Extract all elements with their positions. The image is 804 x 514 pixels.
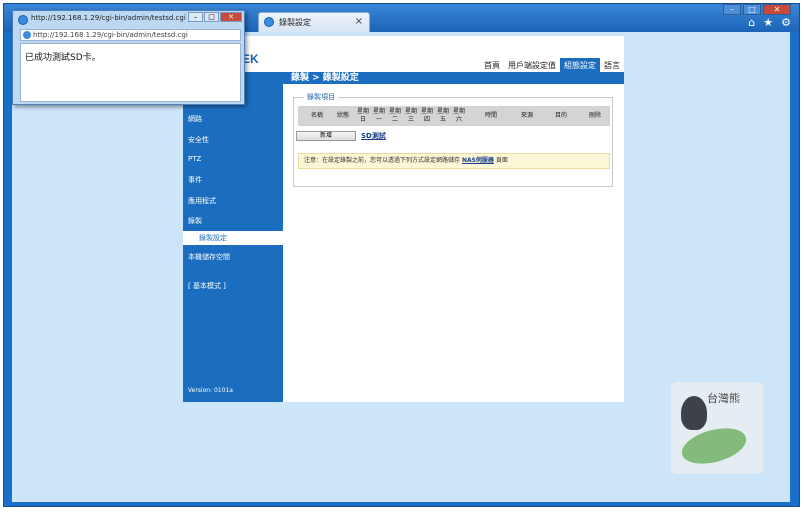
sidebar: 系統 網路 安全性 PTZ 事件 應用程式 錄製 錄製設定 本機儲存空間 [ 基… — [183, 84, 283, 402]
breadcrumb: 錄製 > 錄製設定 — [291, 73, 359, 83]
watermark-logo: 台灣熊 — [671, 382, 763, 474]
nas-note: 注意：在設定錄製之前，您可以透過下列方式設定網路儲存 NAS伺服器 頁面 — [298, 153, 610, 169]
popup-minimize-button[interactable]: – — [188, 12, 203, 22]
sd-test-link[interactable]: SD測試 — [361, 131, 386, 141]
title-bar — [183, 72, 624, 84]
col-status: 狀態 — [336, 112, 349, 119]
col-thu: 星期四 — [420, 108, 433, 123]
sidebar-item-local-storage[interactable]: 本機儲存空間 — [188, 252, 230, 262]
sidebar-item-recording[interactable]: 錄製 — [188, 216, 202, 226]
bear-icon — [681, 396, 707, 430]
sidebar-item-applications[interactable]: 應用程式 — [188, 196, 216, 206]
top-nav: 首頁 用戶端設定值 組態設定 語言 — [480, 58, 624, 73]
note-prefix: 注意：在設定錄製之前，您可以透過下列方式設定網路儲存 — [304, 157, 461, 164]
watermark-text: 台灣熊 — [707, 392, 740, 405]
home-icon[interactable]: ⌂ — [748, 16, 755, 29]
nav-configuration[interactable]: 組態設定 — [560, 58, 600, 73]
popup-title: http://192.168.1.29/cgi-bin/admin/testsd… — [31, 14, 202, 22]
popup-address-text: http://192.168.1.29/cgi-bin/admin/testsd… — [33, 31, 188, 39]
popup-address-bar[interactable]: http://192.168.1.29/cgi-bin/admin/testsd… — [20, 29, 241, 41]
note-suffix: 頁面 — [495, 157, 508, 164]
minimize-button[interactable]: – — [723, 4, 741, 15]
basic-mode-link[interactable]: [ 基本模式 ] — [188, 281, 226, 291]
col-delete: 刪除 — [588, 112, 601, 119]
sidebar-item-ptz[interactable]: PTZ — [188, 155, 201, 163]
col-time: 時間 — [484, 112, 497, 119]
col-sun: 星期日 — [356, 108, 369, 123]
popup-window-controls: – □ ✕ — [188, 12, 242, 22]
add-button[interactable]: 新增 — [296, 131, 356, 141]
record-list-fieldset: 錄製項目 名稱 狀態 星期日 星期一 星期二 星期三 星期四 星期五 星期六 時… — [293, 92, 613, 187]
main-content: 錄製項目 名稱 狀態 星期日 星期一 星期二 星期三 星期四 星期五 星期六 時… — [283, 84, 624, 402]
maximize-button[interactable]: □ — [743, 4, 761, 15]
sidebar-item-security[interactable]: 安全性 — [188, 135, 209, 145]
version-label: Version: 0101a — [188, 387, 233, 394]
popup-close-button[interactable]: ✕ — [220, 12, 242, 22]
popup-maximize-button[interactable]: □ — [204, 12, 219, 22]
sidebar-item-event[interactable]: 事件 — [188, 175, 202, 185]
sidebar-item-network[interactable]: 網路 — [188, 114, 202, 124]
gear-icon[interactable]: ⚙ — [781, 16, 791, 29]
browser-tools: ⌂ ★ ⚙ — [748, 16, 791, 29]
col-sat: 星期六 — [452, 108, 465, 123]
nav-client-settings[interactable]: 用戶端設定值 — [504, 58, 560, 73]
browser-window: 錄製設定 × – □ ✕ ⌂ ★ ⚙ EK 首頁 用戶端設定值 組態設定 語言 … — [0, 0, 804, 514]
camera-config-page: EK 首頁 用戶端設定值 組態設定 語言 錄製 > 錄製設定 系統 網路 安全性… — [183, 36, 624, 402]
col-name: 名稱 — [310, 112, 323, 119]
close-icon[interactable]: × — [355, 16, 363, 27]
star-icon[interactable]: ★ — [763, 16, 773, 29]
tab-label: 錄製設定 — [279, 18, 311, 27]
nav-language[interactable]: 語言 — [600, 58, 624, 73]
record-list-legend: 錄製項目 — [304, 92, 338, 102]
sidebar-item-recording-settings[interactable]: 錄製設定 — [183, 231, 283, 245]
col-wed: 星期三 — [404, 108, 417, 123]
close-button[interactable]: ✕ — [763, 4, 791, 15]
nav-home[interactable]: 首頁 — [480, 58, 504, 73]
nas-server-link[interactable]: NAS伺服器 — [462, 157, 494, 164]
record-table-header: 名稱 狀態 星期日 星期一 星期二 星期三 星期四 星期五 星期六 時間 來源 … — [298, 106, 610, 126]
window-controls: – □ ✕ — [723, 4, 791, 16]
col-mon: 星期一 — [372, 108, 385, 123]
col-tue: 星期二 — [388, 108, 401, 123]
popup-message: 已成功測試SD卡。 — [25, 53, 101, 63]
page-icon — [23, 31, 31, 39]
tab-active-recording[interactable]: 錄製設定 × — [258, 12, 370, 32]
col-destination: 目的 — [554, 112, 567, 119]
col-fri: 星期五 — [436, 108, 449, 123]
col-source: 來源 — [520, 112, 533, 119]
ie-icon — [264, 17, 274, 27]
popup-body: 已成功測試SD卡。 — [20, 43, 241, 102]
popup-window: http://192.168.1.29/cgi-bin/admin/testsd… — [12, 10, 245, 105]
ie-icon — [18, 15, 28, 25]
